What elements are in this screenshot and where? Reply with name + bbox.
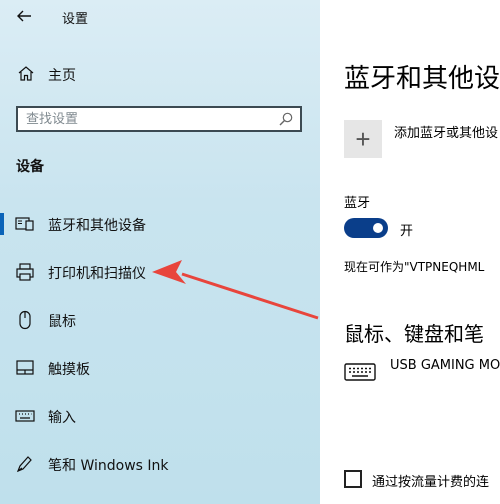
bluetooth-devices-icon — [14, 214, 36, 234]
sidebar-item-typing[interactable]: 输入 — [0, 398, 320, 434]
bluetooth-heading: 蓝牙 — [344, 196, 371, 211]
device-name: USB GAMING MO — [390, 358, 500, 373]
toggle-knob — [373, 223, 383, 233]
metered-checkbox[interactable] — [344, 470, 362, 488]
sidebar: 设置 主页 设备 蓝牙和其他设备 打印机和扫描仪 鼠标 — [0, 0, 320, 504]
search-icon[interactable] — [278, 111, 294, 127]
window-title: 设置 — [62, 12, 89, 27]
sidebar-item-bluetooth[interactable]: 蓝牙和其他设备 — [0, 206, 320, 242]
keyboard-icon — [14, 406, 36, 426]
title-bar: 设置 — [0, 0, 320, 34]
discoverable-text: 现在可作为"VTPNEQHML — [344, 260, 485, 274]
sidebar-item-label: 蓝牙和其他设备 — [48, 218, 146, 234]
sidebar-item-label: 输入 — [48, 410, 76, 426]
section-title: 鼠标、键盘和笔 — [344, 322, 484, 346]
sidebar-item-pen[interactable]: 笔和 Windows Ink — [0, 446, 320, 482]
add-device-button[interactable]: + — [344, 120, 382, 158]
sidebar-item-label: 打印机和扫描仪 — [48, 266, 146, 282]
search-box[interactable] — [16, 106, 302, 132]
printer-icon — [14, 262, 36, 282]
touchpad-icon — [14, 358, 36, 378]
sidebar-item-touchpad[interactable]: 触摸板 — [0, 350, 320, 386]
sidebar-item-mouse[interactable]: 鼠标 — [0, 302, 320, 338]
sidebar-item-printers[interactable]: 打印机和扫描仪 — [0, 254, 320, 290]
back-arrow-icon[interactable] — [14, 6, 34, 26]
mouse-icon — [14, 310, 36, 330]
add-device-label[interactable]: 添加蓝牙或其他设 — [394, 122, 498, 141]
keyboard-icon — [344, 362, 376, 382]
search-input[interactable] — [26, 110, 266, 128]
bluetooth-state-label: 开 — [400, 224, 414, 239]
sidebar-item-home[interactable]: 主页 — [0, 60, 320, 88]
sidebar-item-label: 触摸板 — [48, 362, 90, 378]
sidebar-item-label: 鼠标 — [48, 314, 76, 330]
metered-connection-option[interactable]: 通过按流量计费的连 — [344, 470, 500, 494]
main-content: 蓝牙和其他设 + 添加蓝牙或其他设 蓝牙 开 现在可作为"VTPNEQHML 鼠… — [320, 0, 500, 504]
device-item[interactable]: USB GAMING MO — [344, 356, 500, 386]
sidebar-item-label: 笔和 Windows Ink — [48, 458, 169, 474]
bluetooth-toggle[interactable] — [344, 218, 388, 238]
section-title: 设备 — [16, 159, 44, 175]
home-icon — [16, 64, 36, 84]
page-title: 蓝牙和其他设 — [344, 64, 500, 94]
plus-icon: + — [355, 124, 371, 154]
pen-icon — [14, 454, 36, 474]
metered-label: 通过按流量计费的连 — [372, 475, 490, 490]
selection-indicator — [0, 213, 4, 235]
sidebar-item-label: 主页 — [48, 68, 76, 84]
